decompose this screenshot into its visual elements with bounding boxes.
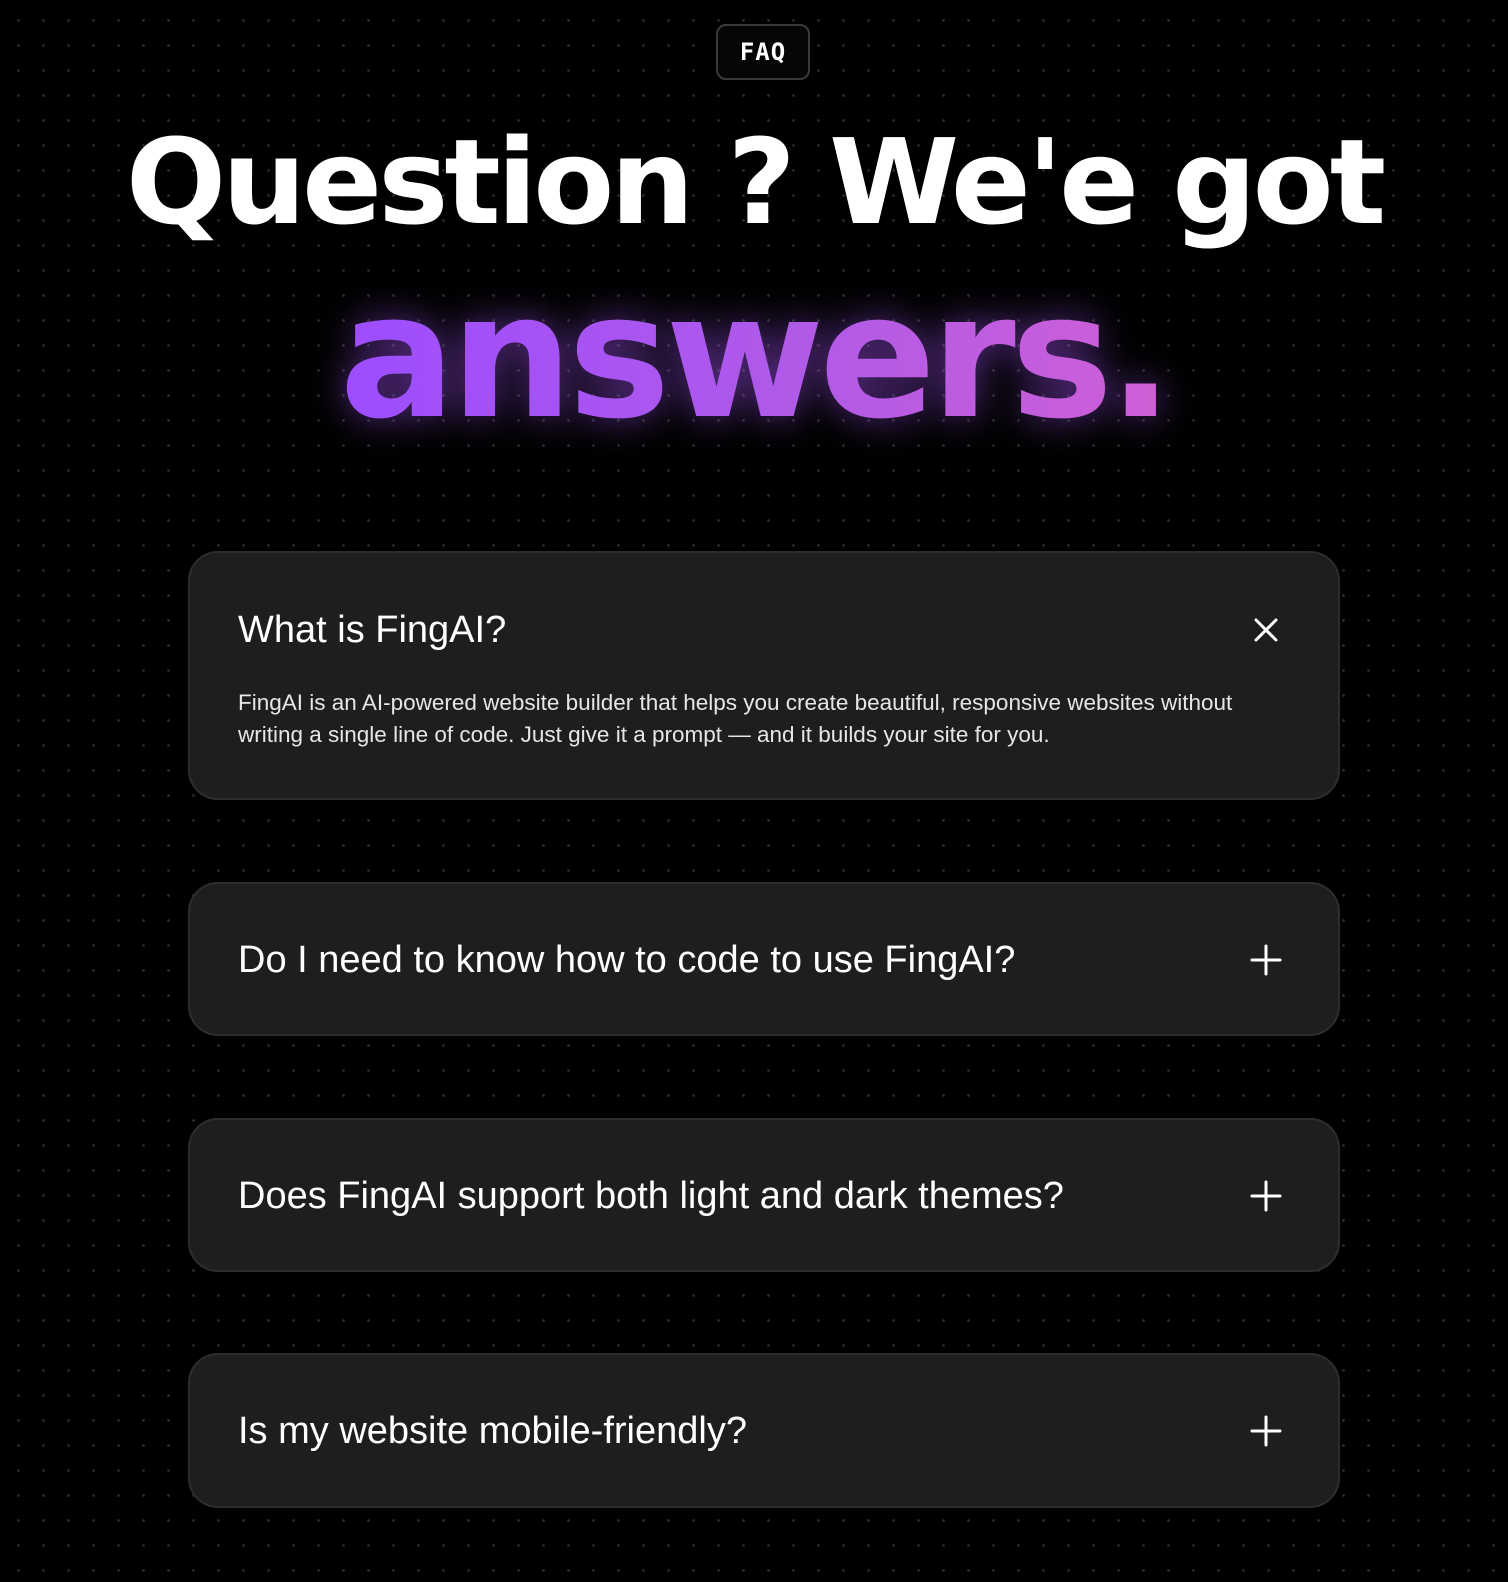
plus-icon[interactable]	[1246, 1411, 1286, 1451]
faq-question[interactable]: What is FingAI?	[238, 608, 506, 652]
plus-icon[interactable]	[1246, 940, 1286, 980]
faq-item-need-to-code[interactable]: Do I need to know how to code to use Fin…	[188, 882, 1340, 1036]
faq-item-themes[interactable]: Does FingAI support both light and dark …	[188, 1118, 1340, 1272]
page-title-accent-wrapper: answers.	[0, 262, 1508, 452]
faq-item-mobile-friendly[interactable]: Is my website mobile-friendly?	[188, 1353, 1340, 1508]
page-title: Question ? We'e got	[125, 113, 1386, 251]
faq-badge: FAQ	[716, 24, 810, 80]
close-icon[interactable]	[1246, 610, 1286, 650]
faq-question[interactable]: Is my website mobile-friendly?	[238, 1409, 747, 1453]
faq-answer: FingAI is an AI-powered website builder …	[238, 690, 1233, 747]
faq-item-what-is-fingai[interactable]: What is FingAI? FingAI is an AI-powered …	[188, 551, 1340, 800]
plus-icon[interactable]	[1246, 1176, 1286, 1216]
faq-question[interactable]: Does FingAI support both light and dark …	[238, 1174, 1064, 1218]
faq-question[interactable]: Do I need to know how to code to use Fin…	[238, 938, 1015, 982]
page-title-accent: answers.	[339, 256, 1174, 457]
